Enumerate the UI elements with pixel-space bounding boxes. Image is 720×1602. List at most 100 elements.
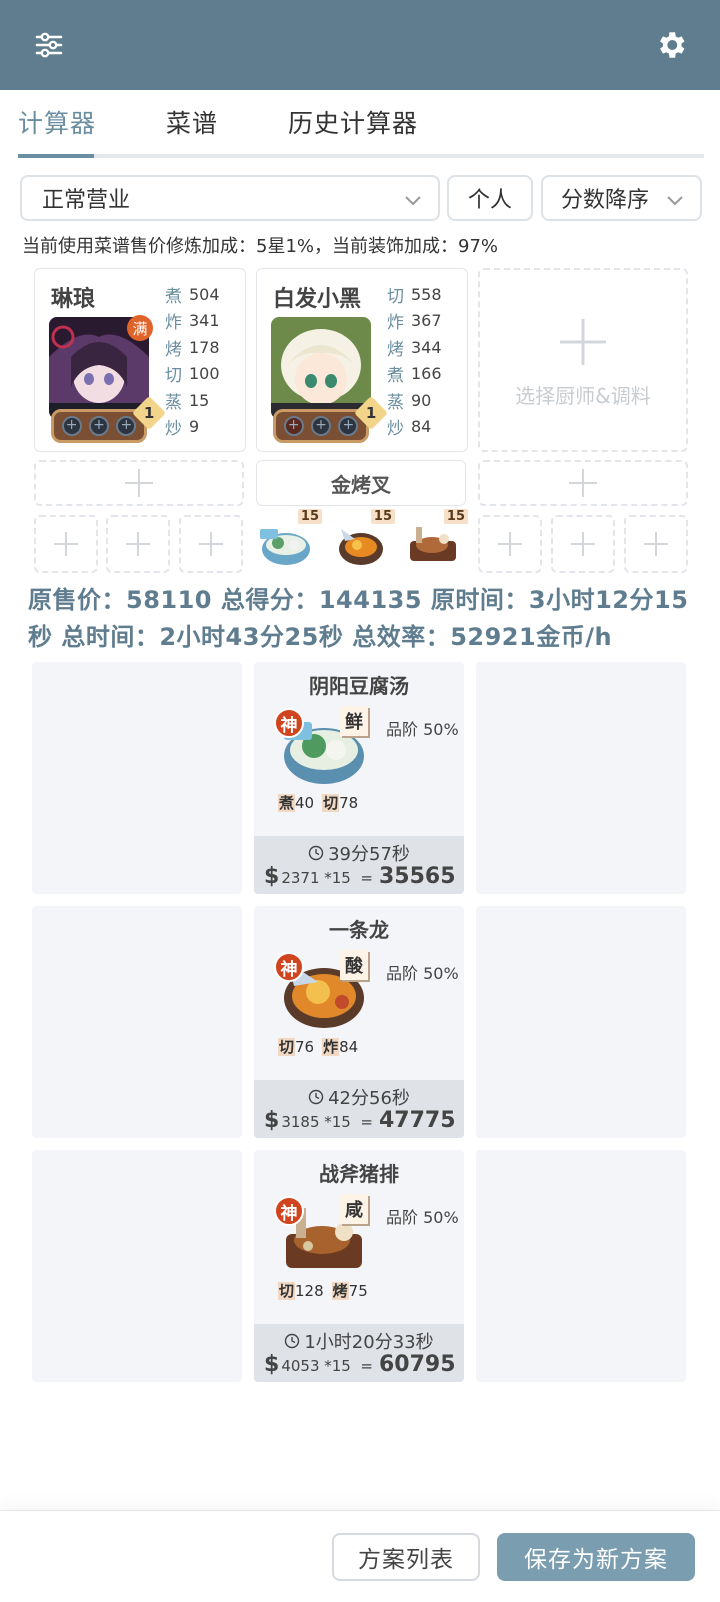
plus-icon: [498, 532, 522, 556]
add-chef-label: 选择厨师&调料: [515, 384, 651, 408]
recipe-count-badge: 15: [297, 509, 322, 524]
plus-icon: [126, 532, 150, 556]
gear-icon[interactable]: [648, 22, 694, 68]
tab-history-calculator[interactable]: 历史计算器: [288, 104, 418, 140]
equip-slot-icon[interactable]: +: [338, 416, 359, 436]
skill-requirements: 煮40 切78: [278, 794, 359, 812]
empty-recipe-cell: [32, 1150, 242, 1382]
add-recipe-slot[interactable]: [106, 515, 170, 573]
bottom-action-bar: 方案列表 保存为新方案: [0, 1510, 720, 1602]
add-chef-slot[interactable]: 选择厨师&调料: [478, 268, 688, 452]
plus-icon: [644, 532, 668, 556]
chef-name: 琳琅: [51, 287, 96, 312]
stat-row: 蒸 15: [165, 390, 210, 413]
grade-label: 品阶 50%: [386, 720, 459, 739]
chef-stats: 切 558 炸 367 烤 344 煮 166 蒸 90 炒 84: [387, 281, 467, 440]
recipe-card-1[interactable]: 阴阳豆腐汤 神 鲜 品阶 50% 煮40 切78 39分57秒 $2371 *1…: [254, 662, 464, 894]
add-recipe-slot[interactable]: [624, 515, 688, 573]
add-recipe-slot[interactable]: [34, 515, 98, 573]
recipe-footer: 39分57秒 $2371 *15 = 35565: [254, 836, 464, 894]
empty-recipe-cell: [476, 906, 686, 1138]
taste-tag: 鲜: [340, 706, 368, 736]
scope-button[interactable]: 个人: [447, 175, 533, 221]
stat-row: 炸 367: [387, 311, 442, 334]
scope-label: 个人: [467, 188, 512, 213]
stat-row: 切 558: [387, 284, 442, 307]
plus-icon: [199, 532, 223, 556]
equip-slot-icon[interactable]: +: [61, 416, 82, 436]
recipe-footer: 1小时20分33秒 $4053 *15 = 60795: [254, 1324, 464, 1382]
stat-row: 煮 166: [387, 364, 442, 387]
grade-label: 品阶 50%: [386, 1208, 459, 1227]
clock-icon: [308, 845, 324, 861]
taste-tag: 酸: [340, 950, 368, 980]
equip-slot-icon[interactable]: +: [88, 416, 109, 436]
recipe-name: 一条龙: [329, 918, 389, 942]
recipe-time: 42分56秒: [254, 1084, 464, 1110]
stat-row: 炸 341: [165, 311, 220, 334]
max-badge: 满: [127, 315, 153, 341]
stat-row: 切 100: [165, 364, 220, 387]
chef-card-1[interactable]: 琳琅 满 + + + 1 煮 504 炸 341 烤 178 切 100 蒸 15 炒9: [34, 268, 246, 452]
score-summary: 原售价：58110 总得分：144135 原时间：3小时12分15秒 总时间：2…: [28, 586, 689, 651]
empty-recipe-cell: [476, 662, 686, 894]
recipe-mini-slot[interactable]: 15: [258, 509, 322, 573]
sort-value: 分数降序: [561, 188, 650, 213]
app-bar: [0, 0, 720, 90]
equip-slot-icon[interactable]: +: [310, 416, 331, 436]
recipe-count-badge: 15: [370, 509, 395, 524]
recipe-name: 阴阳豆腐汤: [309, 674, 409, 698]
business-mode-value: 正常营业: [42, 188, 131, 213]
stat-row: 炒9: [165, 417, 200, 440]
chef-portrait: [271, 317, 371, 419]
recipe-price: $3185 *15 = 47775: [264, 1108, 456, 1133]
stat-row: 蒸 90: [387, 390, 432, 413]
plus-icon: [125, 469, 153, 497]
equip-slot-icon[interactable]: +: [283, 416, 304, 436]
taste-tag: 咸: [340, 1194, 368, 1224]
god-rank-badge: 神: [274, 1196, 304, 1226]
equip-slot-icon[interactable]: +: [116, 416, 137, 436]
plus-icon: [569, 469, 597, 497]
add-recipe-slot[interactable]: [179, 515, 243, 573]
add-recipe-slot[interactable]: [551, 515, 615, 573]
tab-bar: 计算器 菜谱 历史计算器: [18, 90, 704, 158]
chevron-down-icon: [405, 196, 421, 206]
active-tab-indicator: [18, 154, 94, 158]
plan-list-button[interactable]: 方案列表: [332, 1533, 480, 1581]
business-mode-select[interactable]: 正常营业: [20, 175, 440, 221]
plus-icon: [54, 532, 78, 556]
empty-recipe-cell: [32, 662, 242, 894]
chef-card-2[interactable]: 白发小黑 + + + 1 切 558 炸 367 烤 344 煮 166 蒸 90 炒 84: [256, 268, 468, 452]
add-recipe-slot[interactable]: [478, 515, 542, 573]
recipe-mini-slot[interactable]: 15: [404, 509, 468, 573]
save-new-plan-button[interactable]: 保存为新方案: [497, 1533, 695, 1581]
chef-name: 白发小黑: [273, 287, 362, 312]
add-equipment-slot[interactable]: [34, 460, 244, 506]
stat-row: 烤 178: [165, 337, 220, 360]
sliders-icon[interactable]: [26, 22, 72, 68]
recipe-mini-slot[interactable]: 15: [331, 509, 395, 573]
empty-recipe-cell: [476, 1150, 686, 1382]
plus-icon: [560, 319, 606, 365]
chef-stats: 煮 504 炸 341 烤 178 切 100 蒸 15 炒9: [165, 281, 245, 440]
tab-recipes[interactable]: 菜谱: [166, 104, 218, 140]
recipe-card-2[interactable]: 一条龙 神 酸 品阶 50% 切76 炸84 42分56秒 $3185 *15 …: [254, 906, 464, 1138]
recipe-time: 39分57秒: [254, 840, 464, 866]
chevron-down-icon: [667, 196, 683, 206]
bonus-info-text: 当前使用菜谱售价修炼加成：5星1%，当前装饰加成：97%: [22, 236, 499, 257]
add-equipment-slot[interactable]: [478, 460, 688, 506]
stat-row: 炒 84: [387, 417, 432, 440]
recipe-count-badge: 15: [443, 509, 468, 524]
recipe-name: 战斧猪排: [319, 1162, 399, 1186]
skill-requirements: 切76 炸84: [278, 1038, 359, 1056]
god-rank-badge: 神: [274, 708, 304, 738]
equipment-slot[interactable]: 金烤叉: [256, 460, 466, 506]
recipe-time: 1小时20分33秒: [254, 1328, 464, 1354]
tab-calculator[interactable]: 计算器: [18, 104, 96, 140]
sort-select[interactable]: 分数降序: [541, 175, 702, 221]
plus-icon: [571, 532, 595, 556]
stat-row: 煮 504: [165, 284, 220, 307]
recipe-card-3[interactable]: 战斧猪排 神 咸 品阶 50% 切128 烤75 1小时20分33秒 $4053…: [254, 1150, 464, 1382]
empty-recipe-cell: [32, 906, 242, 1138]
